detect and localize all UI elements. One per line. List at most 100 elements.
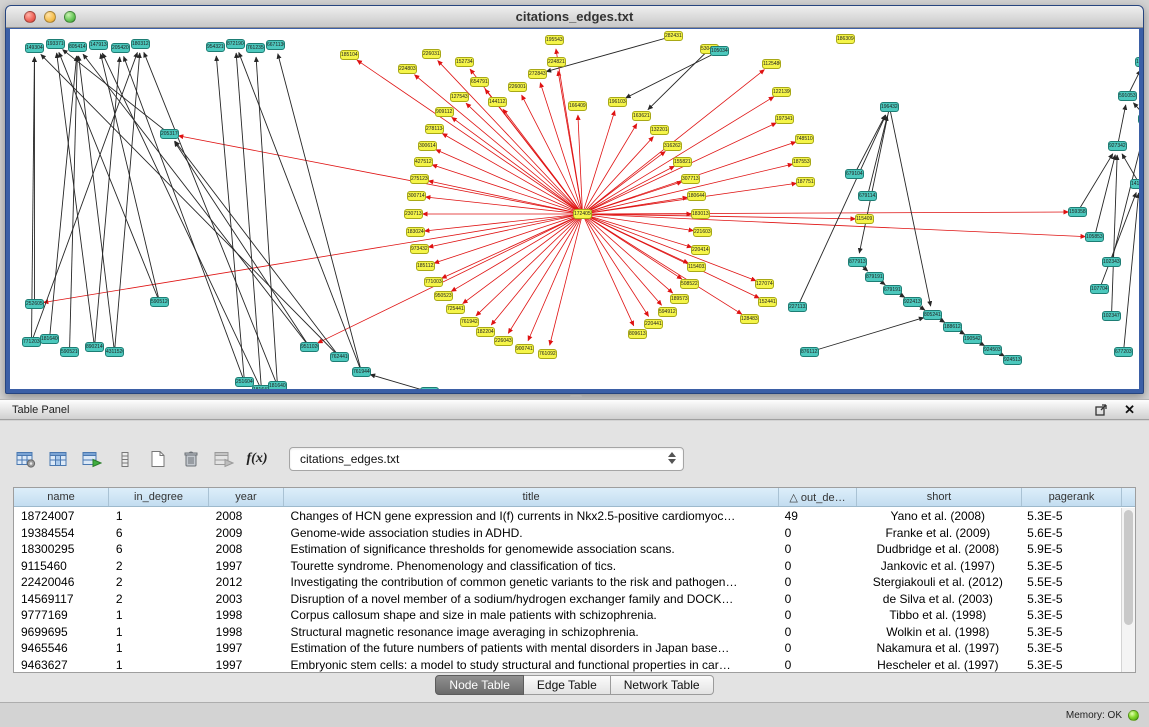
graph-node[interactable]: 1524411 <box>758 297 777 307</box>
graph-node[interactable]: 5905210 <box>60 347 79 357</box>
graph-node[interactable]: 2260311 <box>422 49 441 59</box>
close-window-button[interactable] <box>24 11 36 23</box>
table-row[interactable]: 946362711997Embryonic stem cells: a mode… <box>14 657 1120 673</box>
graph-node[interactable]: 2053170 <box>160 129 179 139</box>
table-row[interactable]: 1872400712008Changes of HCN gene express… <box>14 508 1120 525</box>
table-row[interactable]: 1830029562008Estimation of significance … <box>14 541 1120 558</box>
network-canvas[interactable]: 1493044193371080541411479138205420518031… <box>10 29 1139 389</box>
graph-node[interactable]: 2781134 <box>425 124 444 134</box>
graph-node[interactable]: 9505231 <box>434 291 453 301</box>
graph-node[interactable]: 7485103 <box>795 134 814 144</box>
graph-node[interactable]: 3077132 <box>681 174 700 184</box>
graph-node[interactable]: 1851122 <box>416 261 435 271</box>
tab-network-table[interactable]: Network Table <box>611 675 714 695</box>
graph-node[interactable]: 1875531 <box>792 157 811 167</box>
graph-node[interactable]: 8761123 <box>800 347 819 357</box>
column-header-name[interactable]: name <box>14 488 109 506</box>
graph-node[interactable]: 2204411 <box>644 319 663 329</box>
graph-node[interactable]: 9273421 <box>1108 141 1127 151</box>
graph-node[interactable]: 1863094 <box>836 34 855 44</box>
graph-node[interactable]: 9543210 <box>206 42 225 52</box>
column-header-out_de[interactable]: △ out_de… <box>779 488 857 506</box>
graph-node[interactable]: 8710050 <box>420 387 439 389</box>
graph-node[interactable]: 1493044 <box>25 43 44 53</box>
graph-node[interactable]: 2204142 <box>691 245 710 255</box>
graph-node[interactable]: 1942311 <box>1135 57 1139 67</box>
graph-node[interactable]: 1023471 <box>1102 311 1121 321</box>
zoom-window-button[interactable] <box>64 11 76 23</box>
graph-node[interactable]: 1973410 <box>775 114 794 124</box>
delete-table-icon[interactable] <box>178 446 204 472</box>
graph-node[interactable]: 2260014 <box>508 82 527 92</box>
graph-node[interactable]: 1023433 <box>1102 257 1121 267</box>
graph-node[interactable]: 9245032 <box>983 345 1002 355</box>
graph-node[interactable]: 9245133 <box>1003 355 1022 365</box>
graph-node[interactable]: 8721904 <box>226 39 245 49</box>
graph-node[interactable]: 1154032 <box>687 262 706 272</box>
show-columns-icon[interactable] <box>46 446 72 472</box>
table-row[interactable]: 977716911998Corpus callosum shape and si… <box>14 607 1120 624</box>
graph-node[interactable]: 7619423 <box>460 317 479 327</box>
new-table-icon[interactable] <box>145 446 171 472</box>
column-header-short[interactable]: short <box>857 488 1022 506</box>
graph-node[interactable]: 1270744 <box>755 279 774 289</box>
graph-node[interactable]: 1284833 <box>740 314 759 324</box>
graph-node[interactable]: 2728432 <box>528 69 547 79</box>
graph-node[interactable]: 2248211 <box>547 57 566 67</box>
graph-node[interactable]: 1877512 <box>796 177 815 187</box>
graph-node[interactable]: 1479138 <box>89 40 108 50</box>
table-settings-icon[interactable] <box>13 446 39 472</box>
graph-node[interactable]: 8054141 <box>68 42 87 52</box>
graph-node[interactable]: 1806441 <box>687 191 706 201</box>
graph-node[interactable]: 1593583 <box>1068 207 1087 217</box>
window-titlebar[interactable]: citations_edges.txt <box>6 6 1143 28</box>
graph-node[interactable]: 2526050 <box>25 299 44 309</box>
graph-node[interactable]: 1851041 <box>340 50 359 60</box>
graph-node[interactable]: 2054205 <box>111 43 130 53</box>
graph-node[interactable]: 1527342 <box>455 57 474 67</box>
graph-node[interactable]: 2824311 <box>664 31 683 41</box>
graph-node[interactable]: 1558211 <box>673 157 692 167</box>
graph-node[interactable]: 2271132 <box>788 302 807 312</box>
column-header-pagerank[interactable]: pagerank <box>1022 488 1122 506</box>
graph-node[interactable]: 1724050 <box>573 209 592 219</box>
graph-node[interactable]: 1125480 <box>762 59 781 69</box>
graph-node[interactable]: 6791142 <box>858 191 877 201</box>
graph-node[interactable]: 7710034 <box>424 277 443 287</box>
graph-node[interactable]: 5910532 <box>1118 91 1137 101</box>
graph-node[interactable]: 6671130 <box>266 40 285 50</box>
graph-node[interactable]: 1955432 <box>545 35 564 45</box>
graph-node[interactable]: 9734321 <box>410 244 429 254</box>
table-selector-dropdown[interactable]: citations_edges.txt <box>289 447 684 471</box>
graph-node[interactable]: 8902140 <box>85 342 104 352</box>
graph-node[interactable]: 1905423 <box>963 334 982 344</box>
graph-node[interactable]: 3007141 <box>407 191 426 201</box>
graph-node[interactable]: 2248032 <box>398 64 417 74</box>
graph-node[interactable]: 7612356 <box>246 43 265 53</box>
import-table-icon[interactable] <box>79 446 105 472</box>
graph-node[interactable]: 6547911 <box>470 77 489 87</box>
graph-node[interactable]: 3006142 <box>418 141 437 151</box>
graph-node[interactable]: 1933710 <box>46 39 65 49</box>
graph-node[interactable]: 1964324 <box>880 102 899 112</box>
graph-node[interactable]: 6772031 <box>1114 347 1133 357</box>
scrollbar-thumb[interactable] <box>1124 510 1133 625</box>
graph-node[interactable]: 8779132 <box>848 257 867 267</box>
column-header-title[interactable]: title <box>284 488 779 506</box>
graph-node[interactable]: 9224132 <box>903 297 922 307</box>
table-row[interactable]: 1456911722003Disruption of a novel membe… <box>14 591 1120 608</box>
graph-node[interactable]: 2751230 <box>410 174 429 184</box>
graph-node[interactable]: 5949121 <box>658 307 677 317</box>
graph-node[interactable]: 7619440 <box>352 367 371 377</box>
graph-node[interactable]: 1636212 <box>632 111 651 121</box>
tab-node-table[interactable]: Node Table <box>435 675 524 695</box>
tab-edge-table[interactable]: Edge Table <box>524 675 611 695</box>
graph-node[interactable]: 9091121 <box>435 107 454 117</box>
table-row[interactable]: 2242004622012Investigating the contribut… <box>14 574 1120 591</box>
graph-node[interactable]: 4275121 <box>414 157 433 167</box>
table-scrollbar[interactable] <box>1121 508 1135 672</box>
column-header-year[interactable]: year <box>209 488 284 506</box>
graph-node[interactable]: 1275431 <box>450 92 469 102</box>
graph-node[interactable]: 9511020 <box>300 342 319 352</box>
table-row[interactable]: 969969511998Structural magnetic resonanc… <box>14 624 1120 641</box>
